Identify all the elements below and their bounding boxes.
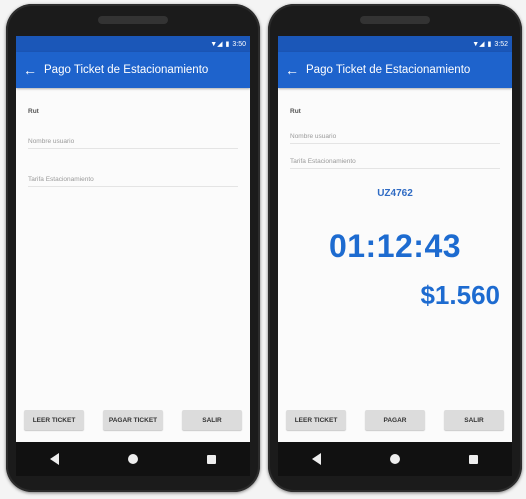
- phone-right: ▼◢ ▮ 3:52 ← Pago Ticket de Estacionamien…: [268, 4, 522, 492]
- app-title: Pago Ticket de Estacionamiento: [306, 64, 471, 76]
- battery-icon: ▮: [225, 41, 230, 48]
- nav-home-icon[interactable]: [389, 454, 400, 464]
- status-bar: ▼◢ ▮ 3:50: [16, 36, 250, 52]
- screen-left: ▼◢ ▮ 3:50 ← Pago Ticket de Estacionamien…: [16, 36, 250, 476]
- tarifa-field[interactable]: Tarifa Estacionamiento: [28, 176, 238, 187]
- nombre-usuario-field[interactable]: Nombre usuario: [290, 133, 500, 144]
- status-bar: ▼◢ ▮ 3:52: [278, 36, 512, 52]
- status-time: 3:52: [494, 40, 508, 48]
- wifi-signal-icon: ▼◢: [472, 41, 485, 48]
- earpiece: [360, 16, 430, 24]
- status-time: 3:50: [232, 40, 246, 48]
- nav-bar: [16, 442, 250, 476]
- app-title: Pago Ticket de Estacionamiento: [44, 64, 209, 76]
- battery-icon: ▮: [487, 41, 492, 48]
- leer-ticket-button[interactable]: LEER TICKET: [286, 410, 346, 430]
- rut-field[interactable]: Rut: [28, 108, 238, 118]
- plate-number: UZ4762: [377, 188, 413, 199]
- nav-home-icon[interactable]: [127, 454, 138, 464]
- wifi-signal-icon: ▼◢: [210, 41, 223, 48]
- button-row: LEER TICKET PAGAR SALIR: [278, 410, 512, 430]
- nav-back-icon[interactable]: [50, 453, 60, 465]
- nav-recent-icon[interactable]: [206, 454, 216, 464]
- app-bar: ← Pago Ticket de Estacionamiento: [16, 52, 250, 88]
- salir-button[interactable]: SALIR: [444, 410, 504, 430]
- elapsed-timer: 01:12:43: [328, 228, 462, 264]
- screen-right: ▼◢ ▮ 3:52 ← Pago Ticket de Estacionamien…: [278, 36, 512, 476]
- nav-bar: [278, 442, 512, 476]
- back-arrow-icon[interactable]: ←: [278, 62, 306, 78]
- pagar-ticket-button[interactable]: PAGAR TICKET: [103, 410, 163, 430]
- amount-due: $1.560: [420, 280, 500, 310]
- app-bar: ← Pago Ticket de Estacionamiento: [278, 52, 512, 88]
- nav-back-icon[interactable]: [312, 453, 322, 465]
- rut-field[interactable]: Rut: [290, 108, 500, 118]
- salir-button[interactable]: SALIR: [182, 410, 242, 430]
- tarifa-field[interactable]: Tarifa Estacionamiento: [290, 158, 500, 169]
- button-row: LEER TICKET PAGAR TICKET SALIR: [16, 410, 250, 430]
- pagar-button[interactable]: PAGAR: [365, 410, 425, 430]
- nav-recent-icon[interactable]: [468, 454, 478, 464]
- earpiece: [98, 16, 168, 24]
- leer-ticket-button[interactable]: LEER TICKET: [24, 410, 84, 430]
- back-arrow-icon[interactable]: ←: [16, 62, 44, 78]
- nombre-usuario-field[interactable]: Nombre usuario: [28, 138, 238, 149]
- phone-left: ▼◢ ▮ 3:50 ← Pago Ticket de Estacionamien…: [6, 4, 260, 492]
